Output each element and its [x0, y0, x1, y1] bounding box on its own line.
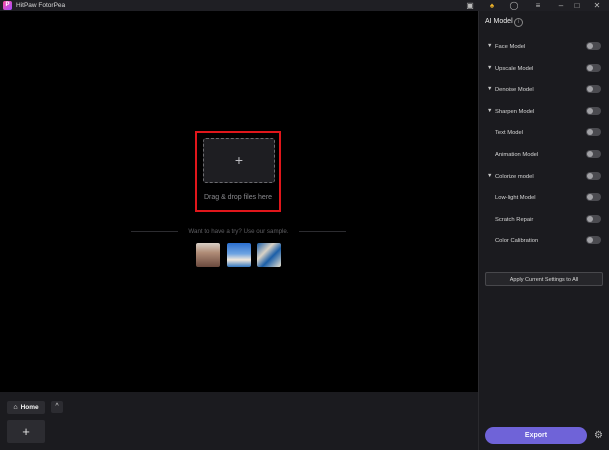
divider-right	[296, 231, 346, 232]
color-calibration-toggle[interactable]	[586, 236, 601, 244]
apply-all-button[interactable]: Apply Current Settings to All	[485, 272, 603, 286]
info-icon[interactable]: i	[514, 18, 523, 27]
settings-gear-icon[interactable]: ⚙	[593, 430, 604, 441]
caret-down-icon: ▼	[487, 65, 493, 71]
app-window: P HitPaw FotorPea ▣ ♠ ◯ ≡ – □ ✕ + Drag &…	[0, 0, 609, 450]
panel-title: AI Model	[485, 18, 513, 25]
home-tab[interactable]: ⌂ Home	[7, 401, 45, 414]
minimize-icon[interactable]: –	[553, 0, 569, 11]
sample-prompt: Want to have a try? Use our sample.	[178, 228, 299, 235]
app-logo: P	[3, 1, 12, 10]
upscale-model-toggle[interactable]	[586, 64, 601, 72]
menu-icon[interactable]: ≡	[530, 0, 546, 11]
home-label: Home	[20, 404, 39, 411]
caret-down-icon: ▼	[487, 108, 493, 114]
sample-thumbnail-boats[interactable]	[257, 243, 281, 267]
model-row-scratch[interactable]: Scratch Repair	[484, 215, 604, 225]
model-label: Color Calibration	[495, 238, 539, 244]
title-bar: P HitPaw FotorPea ▣ ♠ ◯ ≡ – □ ✕	[0, 0, 609, 11]
model-row-text[interactable]: Text Model	[484, 128, 604, 138]
model-row-denoise[interactable]: ▼ Denoise Model	[484, 85, 604, 95]
export-button[interactable]: Export	[485, 427, 587, 444]
animation-model-toggle[interactable]	[586, 150, 601, 158]
model-label: Sharpen Model	[495, 109, 535, 115]
model-row-upscale[interactable]: ▼ Upscale Model	[484, 64, 604, 74]
collapse-button[interactable]: ^	[51, 401, 63, 413]
user-icon[interactable]: ◯	[506, 0, 522, 11]
gift-icon[interactable]: ♠	[484, 0, 500, 11]
model-row-face[interactable]: ▼ Face Model	[484, 42, 604, 52]
model-label: Animation Model	[495, 152, 539, 158]
drop-zone[interactable]: +	[203, 138, 275, 183]
sample-thumbnail-portrait[interactable]	[196, 243, 220, 267]
drop-zone-label: Drag & drop files here	[203, 194, 273, 201]
model-row-sharpen[interactable]: ▼ Sharpen Model	[484, 107, 604, 117]
model-label: Face Model	[495, 44, 526, 50]
model-label: Low-light Model	[495, 195, 536, 201]
app-title: HitPaw FotorPea	[16, 2, 66, 9]
model-row-lowlight[interactable]: Low-light Model	[484, 193, 604, 203]
gamepad-icon[interactable]: ▣	[462, 0, 478, 11]
add-image-button[interactable]: +	[7, 420, 45, 443]
model-row-calibration[interactable]: Color Calibration	[484, 236, 604, 246]
model-row-colorize[interactable]: ▼ Colorize model	[484, 172, 604, 182]
caret-down-icon: ▼	[487, 86, 493, 92]
text-model-toggle[interactable]	[586, 128, 601, 136]
model-label: Upscale Model	[495, 66, 534, 72]
caret-down-icon: ▼	[487, 173, 493, 179]
divider-left	[131, 231, 181, 232]
close-icon[interactable]: ✕	[589, 0, 605, 11]
sharpen-model-toggle[interactable]	[586, 107, 601, 115]
bottom-bar	[0, 392, 478, 450]
home-icon: ⌂	[13, 404, 18, 411]
lowlight-model-toggle[interactable]	[586, 193, 601, 201]
ai-model-panel	[478, 11, 609, 450]
colorize-model-toggle[interactable]	[586, 172, 601, 180]
sample-thumbnail-coast[interactable]	[227, 243, 251, 267]
denoise-model-toggle[interactable]	[586, 85, 601, 93]
face-model-toggle[interactable]	[586, 42, 601, 50]
model-label: Colorize model	[495, 174, 534, 180]
caret-down-icon: ▼	[487, 43, 493, 49]
model-label: Scratch Repair	[495, 217, 534, 223]
model-row-animation[interactable]: Animation Model	[484, 150, 604, 160]
model-label: Text Model	[495, 130, 524, 136]
model-label: Denoise Model	[495, 87, 534, 93]
maximize-icon[interactable]: □	[569, 0, 585, 11]
scratch-repair-toggle[interactable]	[586, 215, 601, 223]
add-file-icon: +	[234, 152, 244, 168]
